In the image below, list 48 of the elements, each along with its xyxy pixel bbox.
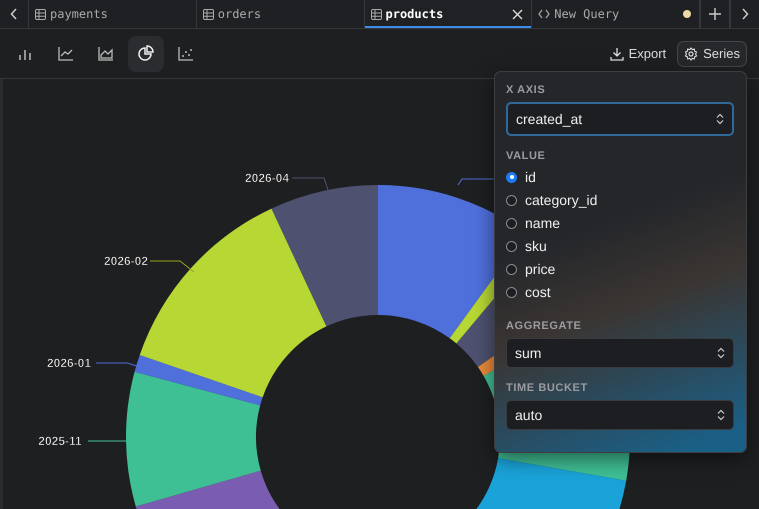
chevron-right-icon[interactable]	[741, 8, 749, 20]
table-icon	[370, 8, 382, 20]
tab[interactable]: New Query	[532, 0, 700, 28]
export-button[interactable]: Export	[602, 40, 674, 66]
line-chart-icon	[57, 45, 75, 62]
section-heading: X AXIS	[506, 84, 546, 96]
radio-label: price	[525, 261, 556, 277]
radio-label: name	[525, 215, 560, 231]
chart-type-button[interactable]	[128, 36, 164, 72]
table-icon	[35, 8, 46, 20]
radio-label: cost	[525, 284, 551, 300]
slice-label: 2026-01	[46, 356, 92, 370]
radio-label: category_id	[525, 192, 598, 208]
table-icon	[202, 8, 214, 20]
radio-button[interactable]	[506, 194, 517, 206]
slice-label: 2026-04	[244, 171, 290, 185]
scatter-chart-icon	[177, 45, 195, 62]
section-heading: VALUE	[506, 150, 546, 162]
radio-button[interactable]	[506, 218, 517, 228]
slice-label: 2025-11	[38, 434, 82, 448]
code-icon	[538, 9, 550, 19]
slice-label: 2026-02	[104, 254, 148, 268]
select-field[interactable]: auto	[506, 400, 734, 430]
tab[interactable]: products	[364, 0, 532, 28]
radio-label: id	[525, 169, 536, 185]
chevron-up-down-icon	[717, 409, 725, 421]
settings-icon	[684, 46, 698, 60]
pie-chart-icon	[137, 45, 155, 62]
close-icon[interactable]	[512, 8, 524, 20]
plus-icon[interactable]	[709, 8, 721, 20]
download-icon	[610, 46, 624, 60]
chevron-up-down-icon	[717, 347, 725, 359]
chevron-up-down-icon	[716, 113, 724, 125]
chevron-left-icon[interactable]	[10, 8, 18, 20]
series-button[interactable]: Series	[677, 40, 747, 66]
radio-button[interactable]	[506, 286, 517, 298]
section-heading: TIME BUCKET	[506, 382, 589, 394]
leader-line	[150, 260, 194, 272]
radio-button[interactable]	[506, 264, 517, 274]
select-field[interactable]: sum	[506, 338, 734, 368]
section-heading: AGGREGATE	[506, 320, 582, 332]
tab[interactable]: payments	[29, 0, 197, 28]
radio-button[interactable]	[506, 240, 517, 252]
radio-label: sku	[525, 238, 547, 254]
radio-button[interactable]	[506, 172, 517, 182]
leader-line	[292, 178, 328, 190]
area-chart-icon	[97, 45, 115, 62]
select-field[interactable]: created_at	[506, 102, 734, 136]
